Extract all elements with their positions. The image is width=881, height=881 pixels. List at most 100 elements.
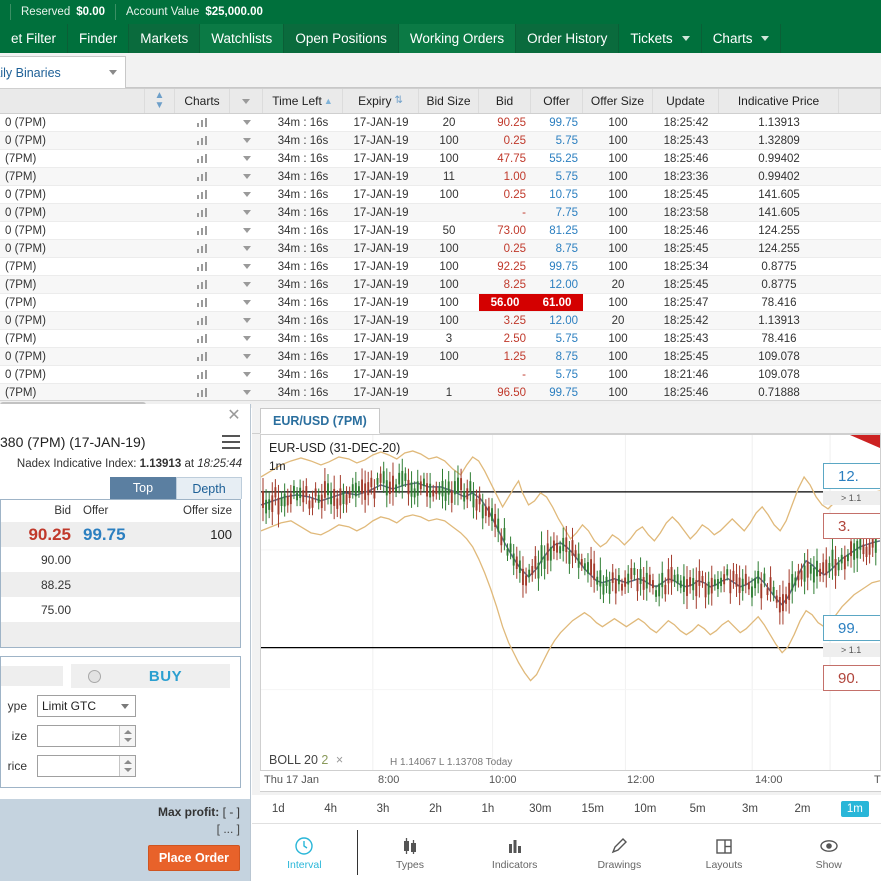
bar-chart-icon[interactable] [197,118,208,127]
timeframe-15m[interactable]: 15m [567,803,619,815]
cell-offer[interactable]: 99.75 [531,384,583,400]
depth-bid[interactable]: 90.00 [1,547,77,572]
table-row[interactable]: (7PM) 34m : 16s 17-JAN-19 11 1.00 5.75 100 18:2… [0,168,881,186]
timeframe-2m[interactable]: 2m [776,803,828,815]
tab-eurusd-chart[interactable]: EUR/USD (7PM) [260,408,380,434]
bar-chart-icon[interactable] [197,298,208,307]
table-row[interactable]: 0 (7PM) 34m : 16s 17-JAN-19 100 0.25 5.75 100 1… [0,132,881,150]
nav-item-market-filter[interactable]: et Filter [0,24,69,53]
depth-bid[interactable]: 90.25 [1,522,77,547]
cell-bid[interactable]: 92.25 [479,258,531,275]
depth-row[interactable]: 90.00 [1,547,240,572]
table-row[interactable]: (7PM) 34m : 16s 17-JAN-19 1 96.50 99.75 100 18:… [0,384,881,400]
col-header-sort[interactable]: ▲ ▼ [145,89,175,113]
timeframe-1d[interactable]: 1d [252,803,304,815]
order-size-input[interactable] [37,724,136,747]
tool-interval[interactable]: Interval [252,824,357,881]
cell-row-menu[interactable] [230,258,263,275]
depth-offer[interactable]: 99.75 [77,522,157,547]
timeframe-1m[interactable]: 1m [829,801,881,817]
tab-daily-binaries[interactable]: lar Daily Binaries [0,56,126,88]
bar-chart-icon[interactable] [197,154,208,163]
stepper-up-icon[interactable] [124,759,132,764]
chevron-down-icon[interactable] [242,354,251,359]
depth-row[interactable]: 90.25 99.75 100 [1,522,240,547]
bar-chart-icon[interactable] [197,244,208,253]
timeframe-4h[interactable]: 4h [304,803,356,815]
cell-offer[interactable]: 8.75 [531,348,583,365]
quantity-stepper[interactable] [119,725,135,746]
nav-item-charts[interactable]: Charts [702,24,782,53]
chevron-down-icon[interactable] [242,156,251,161]
nav-item-tickets[interactable]: Tickets [619,24,702,53]
order-price-input[interactable] [37,754,136,777]
chevron-down-icon[interactable] [109,70,117,75]
cell-chart-icon[interactable] [175,294,230,311]
chevron-down-icon[interactable] [242,300,251,305]
timeframe-30m[interactable]: 30m [514,803,566,815]
col-header-bid[interactable]: Bid [479,89,531,113]
menu-icon[interactable] [222,435,240,449]
price-tag-upper-offer[interactable]: 12. [823,463,880,489]
cell-bid[interactable]: 47.75 [479,150,531,167]
cell-row-menu[interactable] [230,240,263,257]
nav-item-working-orders[interactable]: Working Orders [398,24,517,53]
col-header-offer[interactable]: Offer [531,89,583,113]
nav-item-open-positions[interactable]: Open Positions [284,24,399,53]
cell-bid[interactable]: 56.00 [479,294,531,311]
table-row[interactable]: 0 (7PM) 34m : 16s 17-JAN-19 50 73.00 81.25 100… [0,222,881,240]
cell-row-menu[interactable] [230,168,263,185]
cell-bid[interactable]: - [479,204,531,221]
table-row[interactable]: 0 (7PM) 34m : 16s 17-JAN-19 20 90.25 99.75 100… [0,114,881,132]
depth-offer[interactable] [77,622,157,647]
table-row[interactable]: 0 (7PM) 34m : 16s 17-JAN-19 100 1.25 8.75 100 1… [0,348,881,366]
order-type-select[interactable]: Limit GTC [37,694,136,717]
cell-bid[interactable]: - [479,366,531,383]
depth-bid[interactable]: 75.00 [1,597,77,622]
col-header-indicative-price[interactable]: Indicative Price [719,89,839,113]
col-header-update[interactable]: Update [653,89,719,113]
table-row[interactable]: (7PM) 34m : 16s 17-JAN-19 100 8.25 12.00 20 18:… [0,276,881,294]
cell-chart-icon[interactable] [175,348,230,365]
cell-chart-icon[interactable] [175,204,230,221]
chevron-down-icon[interactable] [242,210,251,215]
cell-chart-icon[interactable] [175,258,230,275]
tool-show[interactable]: Show [776,824,881,881]
table-row[interactable]: (7PM) 34m : 16s 17-JAN-19 100 56.00 61.00 100 1… [0,294,881,312]
tool-drawings[interactable]: Drawings [567,824,672,881]
cell-chart-icon[interactable] [175,312,230,329]
bar-chart-icon[interactable] [197,190,208,199]
cell-offer[interactable]: 12.00 [531,312,583,329]
table-row[interactable]: (7PM) 34m : 16s 17-JAN-19 100 92.25 99.75 100 1… [0,258,881,276]
cell-chart-icon[interactable] [175,240,230,257]
table-row[interactable]: 0 (7PM) 34m : 16s 17-JAN-19 -7.75 100 18:23:5… [0,204,881,222]
bar-chart-icon[interactable] [197,352,208,361]
depth-row[interactable]: 75.00 [1,597,240,622]
table-row[interactable]: (7PM) 34m : 16s 17-JAN-19 3 2.50 5.75 100 18:25… [0,330,881,348]
cell-row-menu[interactable] [230,348,263,365]
bar-chart-icon[interactable] [197,262,208,271]
timeframe-10m[interactable]: 10m [619,803,671,815]
cell-chart-icon[interactable] [175,222,230,239]
cell-row-menu[interactable] [230,312,263,329]
cell-chart-icon[interactable] [175,114,230,131]
bar-chart-icon[interactable] [197,316,208,325]
cell-offer[interactable]: 10.75 [531,186,583,203]
cell-offer[interactable]: 5.75 [531,132,583,149]
indicator-legend[interactable]: BOLL 20 2 × [269,753,343,767]
tool-layouts[interactable]: Layouts [672,824,777,881]
tab-top[interactable]: Top [110,477,176,499]
cell-bid[interactable]: 1.00 [479,168,531,185]
depth-offer[interactable] [77,547,157,572]
cell-chart-icon[interactable] [175,132,230,149]
chevron-down-icon[interactable] [242,390,251,395]
cell-bid[interactable]: 0.25 [479,240,531,257]
stepper-up-icon[interactable] [124,729,132,734]
chevron-down-icon[interactable] [242,336,251,341]
cell-chart-icon[interactable] [175,366,230,383]
chevron-down-icon[interactable] [242,246,251,251]
cell-bid[interactable]: 0.25 [479,186,531,203]
cell-row-menu[interactable] [230,276,263,293]
cell-row-menu[interactable] [230,186,263,203]
depth-offer[interactable] [77,572,157,597]
